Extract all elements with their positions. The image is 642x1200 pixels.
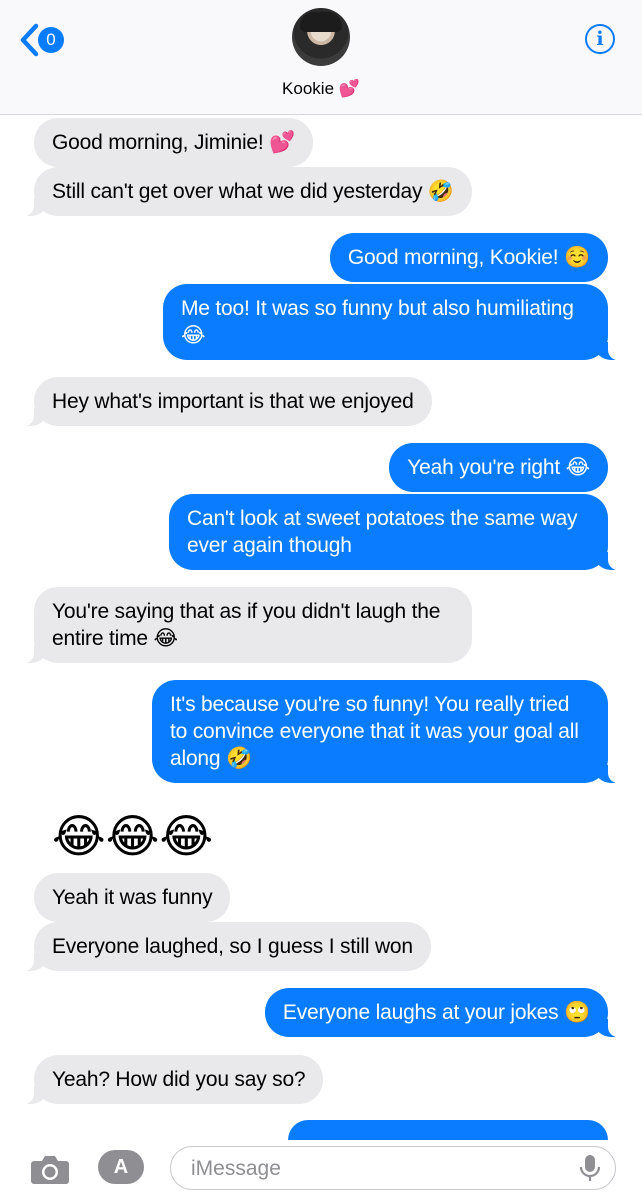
info-button[interactable]: i — [585, 24, 615, 54]
message-bubble-outgoing[interactable]: Me too! It was so funny but also humilia… — [163, 284, 618, 360]
message-text: Good morning, Kookie! ☺️ — [347, 246, 590, 269]
message-text: Yeah it was funny — [52, 886, 213, 909]
message-bubble-incoming[interactable]: Still can't get over what we did yesterd… — [24, 167, 472, 216]
emoji-message[interactable]: 😂😂😂 — [52, 808, 213, 864]
message-input[interactable] — [189, 1147, 553, 1190]
message-text: Still can't get over what we did yesterd… — [52, 180, 454, 203]
microphone-icon[interactable] — [577, 1154, 603, 1182]
message-bubble-outgoing[interactable]: It's because you're so funny! You really… — [152, 680, 618, 783]
two-hearts-icon: 💕 — [338, 79, 360, 98]
contact-name[interactable]: Kookie 💕 — [0, 79, 642, 99]
chevron-left-icon — [18, 23, 40, 57]
message-text: Yeah? How did you say so? — [52, 1068, 306, 1091]
message-text: Me too! It was so funny but also humilia… — [181, 297, 574, 347]
contact-name-text: Kookie — [282, 79, 335, 98]
message-input-field[interactable] — [170, 1146, 616, 1190]
conversation-header: 0 Kookie 💕 i — [0, 0, 642, 115]
unread-count-badge: 0 — [38, 27, 64, 53]
message-bubble-outgoing[interactable]: Can't look at sweet potatoes the same wa… — [169, 494, 618, 570]
message-text: Can't look at sweet potatoes the same wa… — [187, 507, 578, 557]
message-text: Everyone laughed, so I guess I still won — [52, 935, 413, 958]
message-bubble-incoming[interactable]: Hey what's important is that we enjoyed — [24, 377, 432, 426]
contact-avatar[interactable] — [292, 8, 350, 66]
message-text: Yeah you're right 😂 — [407, 456, 590, 479]
message-bubble-incoming[interactable]: You're saying that as if you didn't laug… — [24, 587, 472, 663]
avatar-hair — [300, 12, 342, 32]
message-bubble-outgoing[interactable]: Good morning, Kookie! ☺️ — [329, 233, 608, 282]
message-text: You're saying that as if you didn't laug… — [52, 600, 441, 650]
compose-bar: A — [0, 1140, 642, 1200]
message-bubble-outgoing[interactable]: Yeah you're right 😂 — [389, 443, 608, 492]
message-bubble-incoming[interactable]: Everyone laughed, so I guess I still won — [24, 922, 431, 971]
app-store-icon[interactable]: A — [98, 1150, 144, 1184]
message-text: It's because you're so funny! You really… — [170, 693, 579, 770]
message-text: Everyone laughs at your jokes 🙄 — [282, 1001, 590, 1024]
message-text: Hey what's important is that we enjoyed — [52, 390, 414, 413]
message-bubble-outgoing[interactable]: Everyone laughs at your jokes 🙄 — [264, 988, 619, 1037]
message-bubble-incoming[interactable]: Yeah? How did you say so? — [23, 1055, 324, 1104]
message-bubble-incoming[interactable]: Good morning, Jiminie! 💕 — [34, 118, 314, 167]
back-button[interactable]: 0 — [18, 22, 64, 58]
camera-icon[interactable] — [30, 1153, 70, 1185]
message-text: Good morning, Jiminie! 💕 — [52, 131, 296, 154]
message-bubble-incoming[interactable]: Yeah it was funny — [34, 873, 231, 922]
